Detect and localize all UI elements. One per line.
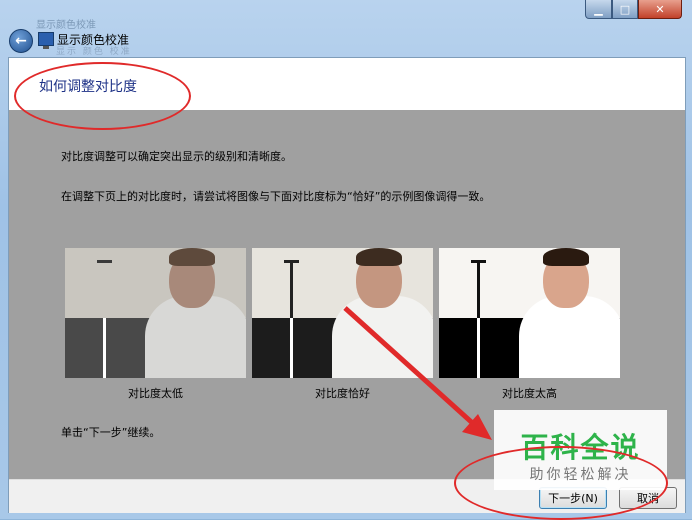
continue-hint: 单击“下一步”继续。 [61,426,161,439]
back-arrow-icon: ← [15,33,27,49]
sample-image-good-contrast [252,248,433,378]
sample-image-low-contrast [65,248,246,378]
minimize-icon: ▁ [594,2,603,16]
caption-low-contrast: 对比度太低 [128,387,183,400]
breadcrumb: 显示 颜色 校准 [56,47,132,57]
sample-image-high-contrast [439,248,620,378]
instruction-text: 在调整下页上的对比度时，请尝试将图像与下面对比度标为“恰好”的示例图像调得一致。 [61,190,491,203]
maximize-button[interactable]: □ [612,0,638,19]
caption-buttons: ▁ □ ✕ [585,0,682,19]
close-button[interactable]: ✕ [638,0,682,19]
monitor-icon [38,32,54,49]
window-frame: 显示颜色校准 ▁ □ ✕ ← 显示颜色校准 显示 颜色 校准 如何调整对比度 对… [0,0,692,520]
annotation-ellipse-title [14,62,191,130]
back-button[interactable]: ← [9,29,33,53]
minimize-button[interactable]: ▁ [585,0,612,19]
caption-good-contrast: 对比度恰好 [315,387,370,400]
caption-high-contrast: 对比度太高 [502,387,557,400]
window-caption: 显示颜色校准 [36,20,96,31]
intro-text: 对比度调整可以确定突出显示的级别和清晰度。 [61,150,292,163]
close-icon: ✕ [655,2,665,16]
maximize-icon: □ [619,2,631,16]
annotation-ellipse-button [454,446,668,520]
